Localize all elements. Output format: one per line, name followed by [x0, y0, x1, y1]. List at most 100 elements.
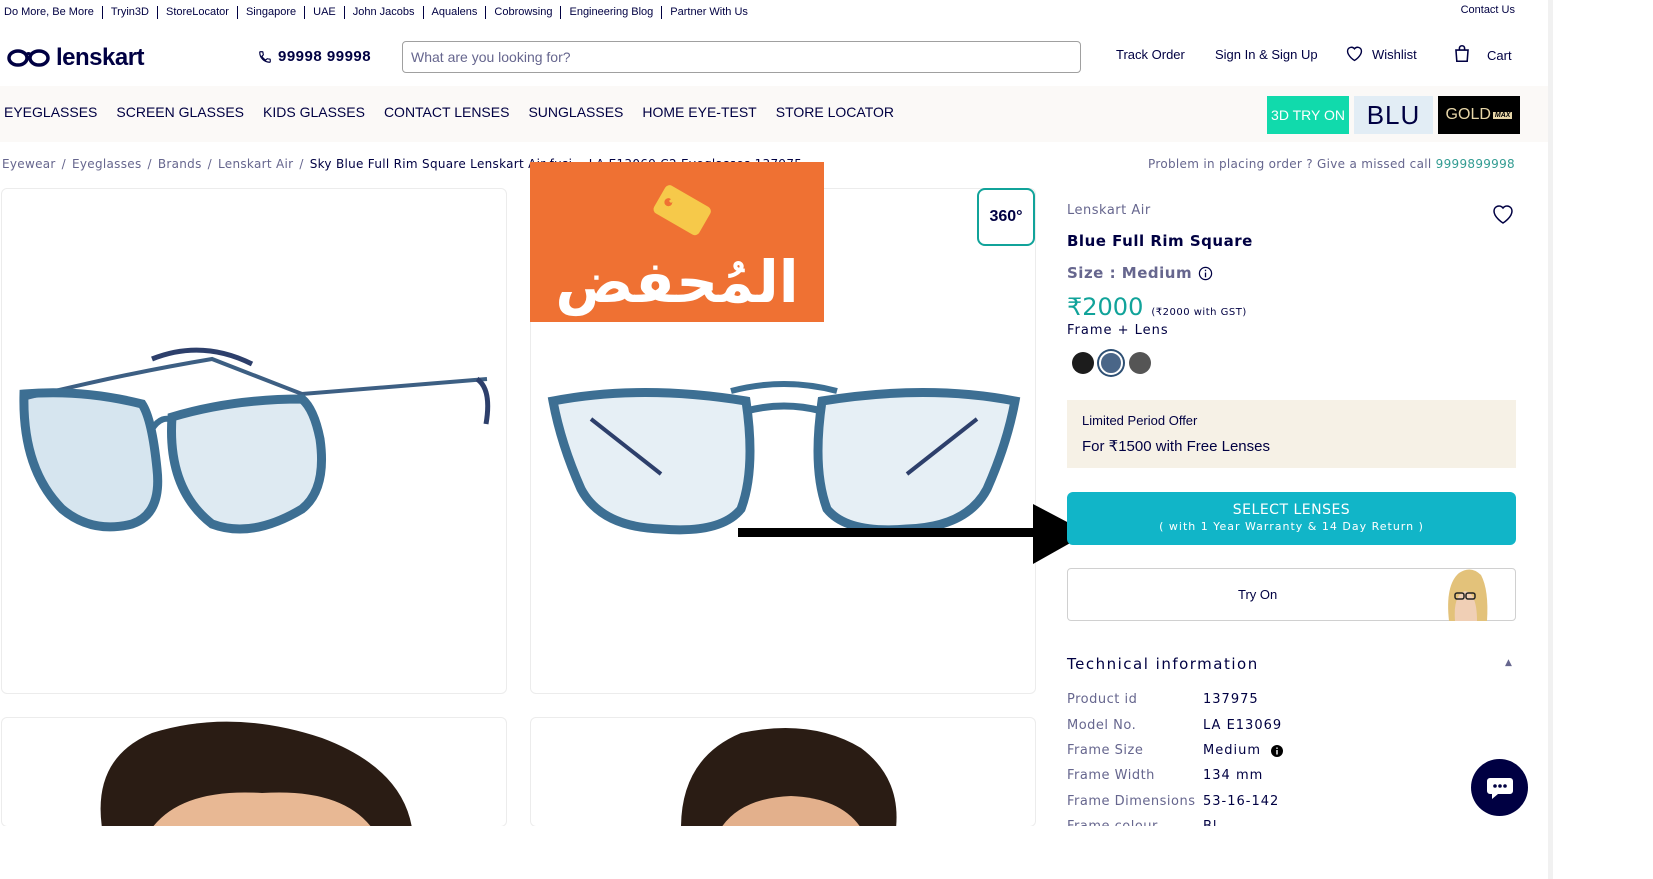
size-label: Size : Medium: [1067, 264, 1193, 282]
chat-bubble-icon: [1486, 777, 1513, 799]
gold-max-button[interactable]: GOLD MAX: [1438, 96, 1520, 134]
annotation-arrow-icon: [738, 504, 1088, 564]
breadcrumb-item[interactable]: Eyeglasses: [72, 157, 142, 171]
watermark-text: المُحفض: [555, 248, 798, 316]
spec-label: Frame Size: [1067, 743, 1144, 758]
nav-item-contact-lenses[interactable]: CONTACT LENSES: [384, 104, 510, 120]
try-on-label: Try On: [1238, 587, 1278, 602]
contact-us-link[interactable]: Contact Us: [1461, 4, 1515, 16]
cart-label: Cart: [1487, 47, 1512, 63]
product-image-model-1[interactable]: [1, 717, 507, 827]
logo-text: lenskart: [56, 44, 145, 71]
breadcrumb-item[interactable]: Brands: [158, 157, 202, 171]
sign-in-label: Sign In & Sign Up: [1215, 47, 1318, 62]
breadcrumb-separator: /: [207, 157, 212, 171]
wishlist-link[interactable]: Wishlist: [1345, 44, 1417, 62]
spec-value-text: LA E13069: [1203, 718, 1283, 733]
product-brand: Lenskart Air: [1067, 203, 1151, 218]
3d-try-on-button[interactable]: 3D TRY ON: [1267, 96, 1349, 134]
page-bottom-edge: [0, 826, 1548, 879]
phone-text: 99998 99998: [278, 48, 372, 65]
wishlist-label: Wishlist: [1372, 47, 1417, 62]
track-order-label: Track Order: [1116, 47, 1185, 62]
select-lenses-button[interactable]: SELECT LENSES ( with 1 Year Warranty & 1…: [1067, 492, 1516, 545]
collapse-caret-icon[interactable]: ▲: [1505, 658, 1512, 668]
missed-call-number[interactable]: 9999899998: [1436, 157, 1515, 171]
top-link[interactable]: Aqualens: [424, 6, 487, 19]
missed-call-text: Problem in placing order ? Give a missed…: [1148, 157, 1432, 171]
price-tag-icon: المُحفض: [555, 185, 799, 316]
info-filled-icon[interactable]: [1270, 744, 1283, 757]
spec-label: Model No.: [1067, 718, 1137, 733]
top-link[interactable]: Tryin3D: [103, 6, 158, 19]
top-link[interactable]: Singapore: [238, 6, 306, 19]
product-size: Size : Medium: [1067, 264, 1213, 282]
cart-link[interactable]: Cart: [1453, 44, 1512, 63]
top-link[interactable]: Partner With Us: [662, 6, 756, 19]
logo-glasses-icon: [7, 49, 50, 67]
product-image-side[interactable]: [1, 188, 507, 694]
scrollbar[interactable]: [1548, 0, 1553, 879]
product-image-model-2[interactable]: [530, 717, 1036, 827]
spec-value: 134 mm: [1203, 768, 1263, 783]
search-input[interactable]: [402, 41, 1081, 73]
spec-value-text: 137975: [1203, 692, 1259, 707]
category-nav: EYEGLASSES SCREEN GLASSES KIDS GLASSES C…: [4, 104, 894, 120]
spec-label: Frame Dimensions: [1067, 794, 1196, 809]
spec-value: 137975: [1203, 692, 1259, 707]
top-link[interactable]: UAE: [305, 6, 345, 19]
limited-offer-box: Limited Period Offer For ₹1500 with Free…: [1067, 400, 1516, 468]
price-with-gst: (₹2000 with GST): [1151, 307, 1247, 318]
missed-call-info: Problem in placing order ? Give a missed…: [1148, 157, 1515, 171]
nav-item-screen-glasses[interactable]: SCREEN GLASSES: [116, 104, 244, 120]
sign-in-link[interactable]: Sign In & Sign Up: [1215, 47, 1318, 62]
top-link[interactable]: StoreLocator: [158, 6, 238, 19]
360-view-button[interactable]: 360°: [977, 188, 1035, 246]
nav-item-home-eye-test[interactable]: HOME EYE-TEST: [642, 104, 756, 120]
gold-label: GOLD: [1445, 106, 1491, 123]
spec-label: Product id: [1067, 692, 1138, 707]
breadcrumb-separator: /: [147, 157, 152, 171]
nav-item-sunglasses[interactable]: SUNGLASSES: [528, 104, 623, 120]
offer-label: Limited Period Offer: [1082, 413, 1198, 428]
nav-item-eyeglasses[interactable]: EYEGLASSES: [4, 104, 97, 120]
spec-value-text: Medium: [1203, 743, 1261, 758]
phone-icon: [259, 50, 271, 63]
breadcrumb-separator: /: [61, 157, 66, 171]
top-links-bar: Do More, Be More Tryin3D StoreLocator Si…: [4, 6, 756, 19]
top-link[interactable]: John Jacobs: [345, 6, 424, 19]
product-name: Blue Full Rim Square: [1067, 232, 1253, 250]
model-hair-image: [681, 728, 897, 826]
nav-item-store-locator[interactable]: STORE LOCATOR: [776, 104, 894, 120]
try-on-button[interactable]: Try On: [1067, 568, 1516, 621]
color-swatch-blue-selected[interactable]: [1099, 351, 1123, 375]
nav-item-kids-glasses[interactable]: KIDS GLASSES: [263, 104, 365, 120]
track-order-link[interactable]: Track Order: [1116, 47, 1185, 62]
top-link[interactable]: Cobrowsing: [486, 6, 562, 19]
bag-icon: [1455, 45, 1469, 63]
phone-number[interactable]: 99998 99998: [258, 48, 371, 65]
price-value: ₹2000: [1067, 293, 1144, 321]
top-link[interactable]: Do More, Be More: [4, 6, 103, 19]
blu-button[interactable]: BLU: [1354, 96, 1433, 134]
spec-label: Frame Width: [1067, 768, 1155, 783]
model-hair-image: [100, 721, 412, 826]
breadcrumb-separator: /: [299, 157, 304, 171]
breadcrumb-item[interactable]: Lenskart Air: [218, 157, 293, 171]
product-price: ₹2000 (₹2000 with GST): [1067, 293, 1247, 321]
color-swatch-grey[interactable]: [1129, 352, 1151, 374]
try-on-model-image: [1448, 569, 1488, 621]
info-icon[interactable]: [1198, 266, 1213, 281]
spec-value: 53-16-142: [1203, 794, 1279, 809]
spec-value: LA E13069: [1203, 718, 1282, 733]
heart-icon: [1346, 46, 1363, 61]
lenskart-logo[interactable]: lenskart: [6, 44, 145, 72]
spec-value: Medium: [1203, 743, 1283, 758]
top-link[interactable]: Engineering Blog: [561, 6, 663, 19]
chat-button[interactable]: [1471, 759, 1528, 816]
color-swatch-black[interactable]: [1072, 352, 1094, 374]
breadcrumb-item[interactable]: Eyewear: [2, 157, 56, 171]
spec-value-text: 53-16-142: [1203, 794, 1280, 809]
technical-info-heading[interactable]: Technical information: [1067, 655, 1259, 673]
wishlist-heart-icon[interactable]: [1491, 203, 1515, 225]
